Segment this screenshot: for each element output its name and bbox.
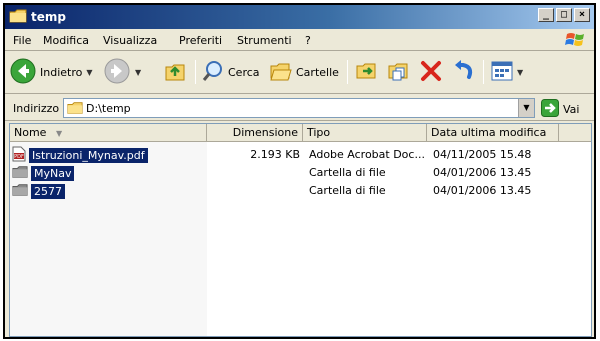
undo-button[interactable] bbox=[451, 56, 475, 88]
move-to-icon bbox=[355, 59, 379, 86]
go-label: Vai bbox=[563, 103, 580, 116]
file-type: Cartella di file bbox=[309, 184, 386, 197]
title-bar[interactable]: temp _ □ × bbox=[5, 5, 594, 29]
file-list[interactable]: Nome ▼ Dimensione Tipo Data ultima modif… bbox=[9, 123, 592, 337]
file-type: Adobe Acrobat Doc... bbox=[309, 148, 425, 161]
search-icon bbox=[201, 59, 225, 86]
folder-icon bbox=[67, 101, 83, 118]
copy-to-button[interactable] bbox=[387, 56, 411, 88]
window-title: temp bbox=[31, 10, 66, 24]
file-size: 2.193 KB bbox=[250, 148, 300, 161]
go-arrow-icon bbox=[541, 99, 559, 120]
folders-label: Cartelle bbox=[296, 65, 339, 79]
menu-modifica[interactable]: Modifica bbox=[43, 34, 89, 47]
minimize-button[interactable]: _ bbox=[538, 8, 554, 22]
undo-icon bbox=[451, 59, 475, 86]
forward-arrow-icon bbox=[103, 57, 131, 88]
back-arrow-icon bbox=[9, 57, 37, 88]
address-input[interactable]: D:\temp ▼ bbox=[63, 98, 535, 118]
file-name-cell[interactable]: 2577 bbox=[12, 182, 65, 200]
file-modified: 04/01/2006 13.45 bbox=[433, 184, 532, 197]
back-dropdown-icon[interactable]: ▼ bbox=[86, 68, 92, 77]
forward-dropdown-icon[interactable]: ▼ bbox=[135, 68, 141, 77]
address-value: D:\temp bbox=[86, 102, 131, 115]
forward-button[interactable]: ▼ bbox=[103, 56, 141, 88]
folders-button[interactable]: Cartelle bbox=[269, 56, 339, 88]
column-header-size[interactable]: Dimensione bbox=[207, 124, 303, 142]
up-folder-button[interactable] bbox=[163, 56, 187, 88]
toolbar-separator bbox=[483, 60, 484, 84]
back-label: Indietro bbox=[40, 65, 83, 79]
standard-toolbar: Indietro ▼ ▼ Cerca Cartelle ▼ bbox=[5, 52, 594, 94]
explorer-window: temp _ □ × File Modifica Visualizza Pref… bbox=[3, 3, 596, 339]
svg-text:PDF: PDF bbox=[14, 154, 24, 160]
folders-icon bbox=[269, 59, 293, 86]
file-modified: 04/01/2006 13.45 bbox=[433, 166, 532, 179]
column-header-name[interactable]: Nome ▼ bbox=[10, 124, 207, 142]
file-name: MyNav bbox=[31, 165, 75, 181]
menu-strumenti[interactable]: Strumenti bbox=[237, 34, 292, 47]
pdf-file-icon: PDF bbox=[12, 146, 26, 165]
delete-button[interactable] bbox=[419, 56, 443, 88]
delete-x-icon bbox=[419, 59, 443, 86]
address-dropdown-button[interactable]: ▼ bbox=[518, 99, 534, 117]
views-button[interactable]: ▼ bbox=[491, 56, 523, 88]
file-type: Cartella di file bbox=[309, 166, 386, 179]
column-header-modified[interactable]: Data ultima modifica bbox=[427, 124, 559, 142]
table-row[interactable]: 2577 Cartella di file 04/01/2006 13.45 bbox=[10, 182, 591, 200]
move-to-button[interactable] bbox=[355, 56, 379, 88]
menu-help[interactable]: ? bbox=[305, 34, 311, 47]
file-name-cell[interactable]: PDF Istruzioni_Mynav.pdf bbox=[12, 146, 148, 164]
menu-preferiti[interactable]: Preferiti bbox=[179, 34, 222, 47]
folder-icon bbox=[12, 165, 28, 182]
address-label: Indirizzo bbox=[13, 102, 60, 115]
menu-visualizza[interactable]: Visualizza bbox=[103, 34, 157, 47]
column-header-filler bbox=[559, 124, 591, 142]
search-button[interactable]: Cerca bbox=[201, 56, 260, 88]
column-header-type[interactable]: Tipo bbox=[303, 124, 427, 142]
folder-icon bbox=[9, 9, 27, 26]
views-grid-icon bbox=[491, 60, 513, 85]
views-dropdown-icon[interactable]: ▼ bbox=[517, 68, 523, 77]
table-row[interactable]: PDF Istruzioni_Mynav.pdf 2.193 KB Adobe … bbox=[10, 146, 591, 164]
up-folder-icon bbox=[163, 59, 187, 86]
go-button[interactable]: Vai bbox=[541, 99, 579, 120]
menu-file[interactable]: File bbox=[13, 34, 31, 47]
toolbar-separator bbox=[195, 60, 196, 84]
file-name-cell[interactable]: MyNav bbox=[12, 164, 75, 182]
file-name: Istruzioni_Mynav.pdf bbox=[29, 147, 148, 163]
address-bar: Indirizzo D:\temp ▼ Vai bbox=[5, 95, 594, 121]
file-modified: 04/11/2005 15.48 bbox=[433, 148, 532, 161]
menu-bar: File Modifica Visualizza Preferiti Strum… bbox=[5, 29, 594, 51]
copy-to-icon bbox=[387, 59, 411, 86]
sort-arrow-icon: ▼ bbox=[55, 129, 63, 138]
file-name: 2577 bbox=[31, 183, 65, 199]
back-button[interactable]: Indietro ▼ bbox=[9, 56, 93, 88]
toolbar-separator bbox=[347, 60, 348, 84]
column-header-name-label: Nome bbox=[14, 126, 47, 139]
search-label: Cerca bbox=[228, 65, 260, 79]
table-row[interactable]: MyNav Cartella di file 04/01/2006 13.45 bbox=[10, 164, 591, 182]
maximize-button[interactable]: □ bbox=[556, 8, 572, 22]
windows-logo-icon bbox=[564, 31, 588, 49]
close-button[interactable]: × bbox=[574, 8, 590, 22]
list-header: Nome ▼ Dimensione Tipo Data ultima modif… bbox=[10, 124, 591, 142]
folder-icon bbox=[12, 183, 28, 200]
